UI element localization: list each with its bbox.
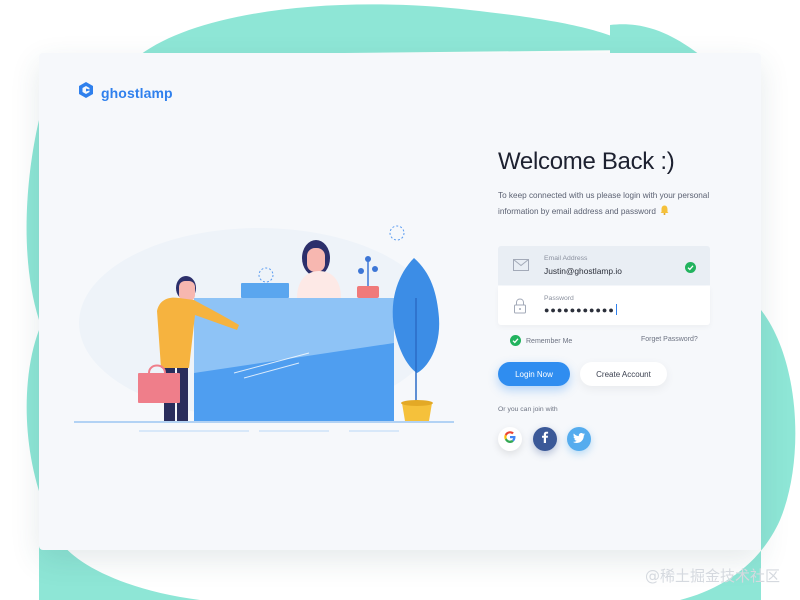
email-field[interactable]: Email Address Justin@ghostlamp.io: [498, 246, 710, 285]
lock-icon: [513, 298, 527, 319]
watermark-text: @稀土掘金技术社区: [644, 567, 780, 585]
page-title: Welcome Back :): [498, 148, 675, 175]
text-caret: [615, 304, 617, 315]
google-login-button[interactable]: [498, 427, 522, 451]
checked-icon: [510, 335, 521, 348]
brand-name: ghostlamp: [101, 84, 173, 101]
facebook-icon: [541, 430, 549, 448]
remember-me-checkbox[interactable]: Remember Me: [510, 335, 572, 348]
bell-icon: [660, 205, 669, 221]
password-field[interactable]: Password ●●●●●●●●●●●: [498, 286, 710, 325]
email-label: Email Address: [544, 255, 588, 262]
twitter-login-button[interactable]: [567, 427, 591, 451]
reception-illustration: [74, 225, 454, 432]
forgot-password-link[interactable]: Forget Password?: [641, 336, 698, 343]
mail-icon: [513, 258, 529, 276]
login-button[interactable]: Login Now: [498, 362, 570, 386]
google-icon: [504, 430, 516, 448]
remember-me-label: Remember Me: [526, 338, 573, 345]
email-input[interactable]: Justin@ghostlamp.io: [544, 266, 622, 276]
password-input[interactable]: ●●●●●●●●●●●: [544, 304, 617, 315]
ghostlamp-logo-icon: [77, 81, 95, 104]
login-subtitle: To keep connected with us please login w…: [498, 188, 728, 220]
login-form: Welcome Back :) To keep connected with u…: [498, 53, 718, 550]
login-card: ghostlamp Welcome Back:) To keep connec…: [39, 53, 761, 550]
check-circle-icon: [685, 260, 696, 278]
password-label: Password: [544, 295, 574, 302]
facebook-login-button[interactable]: [533, 427, 557, 451]
social-join-label: Or you can join with: [498, 406, 558, 413]
brand-logo[interactable]: ghostlamp: [77, 81, 173, 104]
create-account-button[interactable]: Create Account: [580, 362, 667, 386]
twitter-icon: [573, 430, 585, 448]
